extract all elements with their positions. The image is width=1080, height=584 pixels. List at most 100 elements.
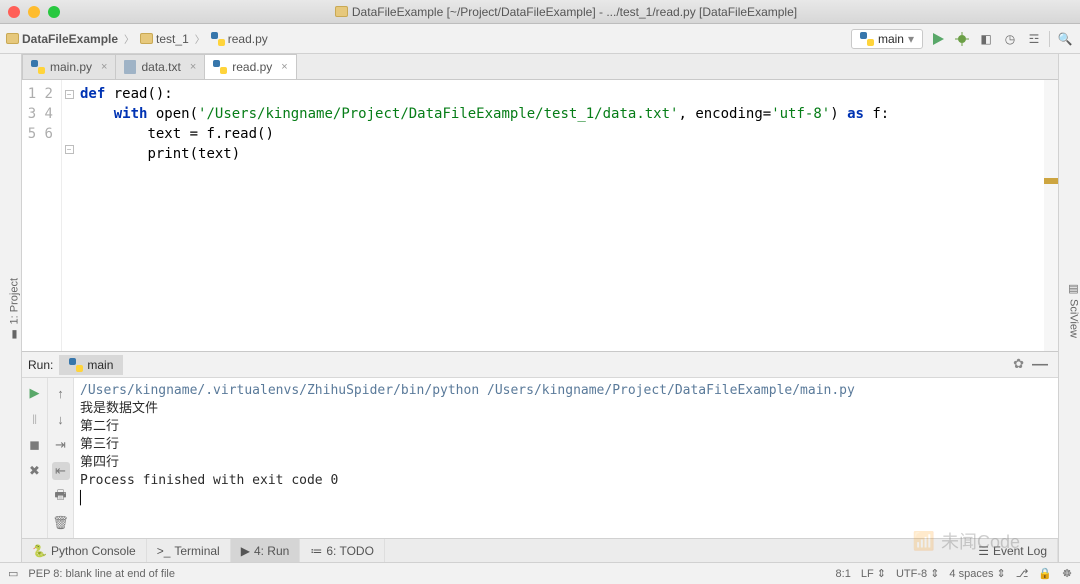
run-tab-label: main	[87, 358, 113, 372]
tab-label: Terminal	[174, 544, 219, 558]
editor-scrollbar[interactable]	[1044, 80, 1058, 351]
maximize-window-button[interactable]	[48, 6, 60, 18]
right-tool-stripe: ▤ SciView≡ Database	[1058, 54, 1080, 562]
event-log-button[interactable]: ☰ Event Log	[968, 539, 1058, 562]
run-title: Run:	[28, 358, 53, 372]
console-line: Process finished with exit code 0	[80, 472, 1052, 490]
run-toolbar-left: ▶ ‖ ◼ ✖	[22, 378, 48, 538]
console-output[interactable]: /Users/kingname/.virtualenvs/ZhihuSpider…	[74, 378, 1058, 538]
tab-label: 6: TODO	[326, 544, 374, 558]
run-toolbar-right: ↑ ↓ ⇥ ⇤ 🖶 🗑	[48, 378, 74, 538]
minimize-window-button[interactable]	[28, 6, 40, 18]
pause-button[interactable]: ‖	[26, 410, 44, 428]
status-icon: ▭	[8, 567, 18, 580]
tab-label: read.py	[232, 60, 272, 74]
tool-window-button[interactable]: ▤ SciView	[1067, 282, 1080, 338]
tasks-button[interactable]: ☲	[1025, 30, 1043, 48]
coverage-button[interactable]: ◧	[977, 30, 995, 48]
bottom-tool-tabs: 🐍Python Console>_Terminal▶4: Run ≔ 6: TODO…	[22, 538, 1058, 562]
profile-button[interactable]: ◷	[1001, 30, 1019, 48]
divider	[1049, 31, 1050, 47]
editor-column: main.py × data.txt × read.py × 1 2 3 4 5 6 − …	[22, 54, 1058, 562]
close-window-button[interactable]	[8, 6, 20, 18]
python-icon	[213, 60, 227, 74]
event-log-icon: ☰	[978, 544, 989, 558]
run-tool-window: Run: main ✿ — ▶ ‖ ◼ ✖ ↑ ↓ ⇥ ⇤ 🖶 🗑 /Users/kingnam…	[22, 351, 1058, 538]
search-everywhere-button[interactable]: 🔍	[1056, 30, 1074, 48]
editor-tab[interactable]: main.py ×	[22, 54, 116, 79]
editor-tab[interactable]: read.py ×	[204, 54, 296, 79]
stop-button[interactable]: ◼	[26, 436, 44, 454]
breadcrumb-label: DataFileExample	[22, 32, 118, 46]
editor-tab[interactable]: data.txt ×	[115, 54, 205, 79]
tool-window-button[interactable]: ▮ 1: Project	[8, 278, 21, 341]
code-area[interactable]: def read(): with open('/Users/kingname/P…	[76, 80, 1044, 351]
txt-icon	[124, 60, 136, 74]
close-tab-icon[interactable]: ×	[281, 61, 287, 73]
left-tool-stripe: ▮ 1: Project★ 2: Favorites⠿ 7: Structure	[0, 54, 22, 562]
console-line: 第三行	[80, 436, 1052, 454]
run-body: ▶ ‖ ◼ ✖ ↑ ↓ ⇥ ⇤ 🖶 🗑 /Users/kingname/.virtualenvs…	[22, 378, 1058, 538]
breadcrumb-item[interactable]: DataFileExample	[6, 32, 118, 46]
run-settings-button[interactable]: ✿	[1013, 356, 1024, 374]
breadcrumb: DataFileExample test_1 read.py	[6, 31, 851, 46]
breadcrumb-label: read.py	[228, 32, 268, 46]
event-log-label: Event Log	[993, 544, 1047, 558]
console-line: 我是数据文件	[80, 400, 1052, 418]
navbar-toolbar: main ▾ ◧ ◷ ☲ 🔍	[851, 29, 1074, 49]
close-tab-icon[interactable]: ×	[101, 61, 107, 73]
console-line: 第四行	[80, 454, 1052, 472]
python-icon	[860, 32, 874, 46]
folder-icon	[140, 33, 153, 44]
tab-label: data.txt	[141, 60, 180, 74]
editor-tabs: main.py × data.txt × read.py ×	[22, 54, 1058, 80]
titlebar: DataFileExample [~/Project/DataFileExamp…	[0, 0, 1080, 24]
scroll-down-button[interactable]: ↓	[52, 410, 70, 428]
git-icon[interactable]: ⎇	[1016, 567, 1029, 580]
run-config-selector[interactable]: main ▾	[851, 29, 923, 49]
soft-wrap-button[interactable]: ⇥	[52, 436, 70, 454]
python-icon	[31, 60, 45, 74]
breadcrumb-item[interactable]: read.py	[211, 32, 268, 46]
breadcrumb-separator	[193, 31, 207, 46]
close-tab-icon[interactable]: ×	[190, 61, 196, 73]
fold-icon[interactable]: −	[65, 90, 74, 99]
run-tab[interactable]: main	[59, 355, 123, 375]
window-title: DataFileExample [~/Project/DataFileExamp…	[60, 5, 1072, 19]
tab-icon: ≔	[310, 544, 322, 558]
bottom-tab[interactable]: 🐍Python Console	[22, 539, 147, 562]
indent-settings[interactable]: 4 spaces ⇕	[949, 567, 1005, 580]
run-config-label: main	[878, 32, 904, 46]
scroll-up-button[interactable]: ↑	[52, 384, 70, 402]
window-title-text: DataFileExample [~/Project/DataFileExamp…	[352, 5, 797, 19]
tab-label: main.py	[50, 60, 92, 74]
run-button[interactable]	[929, 30, 947, 48]
bottom-tab[interactable]: >_Terminal	[147, 539, 231, 562]
scroll-to-end-button[interactable]: ⇤	[52, 462, 70, 480]
run-hide-button[interactable]: —	[1032, 356, 1048, 374]
status-message: PEP 8: blank line at end of file	[28, 568, 175, 580]
rerun-button[interactable]: ▶	[26, 384, 44, 402]
bottom-tab[interactable]: ≔ 6: TODO	[300, 539, 385, 562]
close-button[interactable]: ✖	[26, 462, 44, 480]
console-line: /Users/kingname/.virtualenvs/ZhihuSpider…	[80, 382, 1052, 400]
ide-settings-icon[interactable]: ☸	[1062, 567, 1072, 580]
line-separator[interactable]: LF ⇕	[861, 567, 886, 580]
debug-button[interactable]	[953, 30, 971, 48]
print-button[interactable]: 🖶	[52, 488, 70, 506]
code-editor[interactable]: 1 2 3 4 5 6 − − def read(): with open('/…	[22, 80, 1058, 351]
window-controls	[8, 6, 60, 18]
chevron-down-icon: ▾	[908, 32, 914, 46]
file-encoding[interactable]: UTF-8 ⇕	[896, 567, 939, 580]
warning-marker[interactable]	[1044, 178, 1058, 184]
fold-icon[interactable]: −	[65, 145, 74, 154]
navigation-bar: DataFileExample test_1 read.py main ▾ ◧ ◷ …	[0, 24, 1080, 54]
status-bar: ▭ PEP 8: blank line at end of file 8:1 L…	[0, 562, 1080, 584]
readonly-lock-icon[interactable]: 🔒	[1038, 567, 1052, 580]
main-area: ▮ 1: Project★ 2: Favorites⠿ 7: Structure…	[0, 54, 1080, 562]
bottom-tab[interactable]: ▶4: Run	[231, 539, 301, 562]
tab-icon: ▶	[241, 544, 250, 558]
clear-button[interactable]: 🗑	[52, 514, 70, 532]
cursor-position[interactable]: 8:1	[836, 568, 851, 580]
breadcrumb-item[interactable]: test_1	[140, 32, 189, 46]
